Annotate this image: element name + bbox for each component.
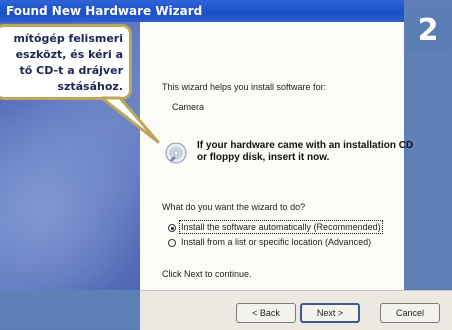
back-button[interactable]: < Back xyxy=(236,303,296,323)
callout-pointer xyxy=(100,96,160,144)
callout-line: eszközt, és kéri a xyxy=(15,48,123,61)
option-auto-label[interactable]: Install the software automatically (Reco… xyxy=(179,220,383,234)
callout-line: tő CD-t a drájver xyxy=(19,64,123,77)
question-text: What do you want the wizard to do? xyxy=(162,202,306,212)
intro-text: This wizard helps you install software f… xyxy=(162,82,327,92)
callout-line: sztásához. xyxy=(57,80,123,93)
cancel-button[interactable]: Cancel xyxy=(380,303,440,323)
device-name: Camera xyxy=(172,102,205,112)
cd-prompt-line1: If your hardware came with an installati… xyxy=(197,140,414,151)
wizard-content: This wizard helps you install software f… xyxy=(140,22,413,290)
option-auto-radio[interactable] xyxy=(168,224,176,232)
step-number-badge: 2 xyxy=(406,8,450,52)
cd-icon xyxy=(165,142,187,164)
next-button[interactable]: Next > xyxy=(300,303,360,323)
annotation-callout: mítógép felismeri eszközt, és kéri a tő … xyxy=(0,24,132,100)
footer-text: Click Next to continue. xyxy=(162,269,252,279)
right-margin xyxy=(404,60,452,290)
option-manual-radio[interactable] xyxy=(168,239,176,247)
option-manual-label[interactable]: Install from a list or specific location… xyxy=(181,237,371,247)
callout-line: mítógép felismeri xyxy=(13,32,123,45)
cd-prompt-line2: or floppy disk, insert it now. xyxy=(197,152,330,163)
window-title: Found New Hardware Wizard xyxy=(0,0,404,22)
button-bar: < Back Next > Cancel xyxy=(140,290,452,330)
